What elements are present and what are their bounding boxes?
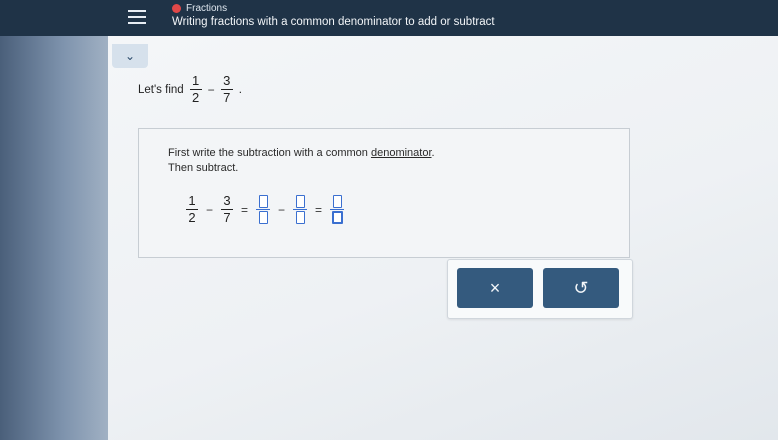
instruction-line-1: First write the subtraction with a commo… — [168, 146, 435, 161]
equals-sign: = — [241, 202, 249, 217]
answer-fraction-2 — [293, 194, 308, 225]
menu-icon[interactable] — [128, 10, 146, 24]
prompt-operator: − — [207, 82, 215, 97]
denominator: 2 — [192, 90, 200, 105]
chevron-down-icon[interactable]: ⌄ — [112, 44, 148, 68]
denominator: 7 — [223, 210, 231, 225]
denominator: 7 — [223, 90, 231, 105]
numerator-input[interactable] — [295, 194, 305, 208]
numerator: 1 — [188, 193, 196, 208]
definition-link[interactable]: denominator — [371, 147, 432, 159]
instructions: First write the subtraction with a commo… — [168, 146, 435, 176]
prompt-fraction-1: 1 2 — [189, 73, 202, 105]
numerator: 1 — [192, 73, 200, 88]
course-name: Fractions — [186, 3, 228, 14]
prompt: Let's find 1 2 − 3 7 . — [138, 74, 242, 105]
clear-button[interactable]: × — [457, 268, 533, 308]
prompt-end: . — [238, 83, 242, 96]
denominator-input[interactable] — [258, 211, 268, 225]
answer-fraction-1 — [256, 194, 271, 225]
instruction-line-2: Then subtract. — [168, 162, 239, 174]
numerator-input[interactable] — [258, 194, 268, 208]
numerator-input[interactable] — [332, 194, 342, 208]
course-row: Fractions — [172, 3, 227, 14]
equation-fraction-2: 3 7 — [221, 193, 234, 225]
equals-sign: = — [315, 202, 323, 217]
status-dot-icon — [172, 4, 181, 13]
numerator: 3 — [223, 193, 231, 208]
denominator: 2 — [188, 210, 196, 225]
top-bar: Fractions Writing fractions with a commo… — [0, 0, 778, 36]
prompt-lead: Let's find — [138, 83, 184, 96]
answer-fraction-result — [330, 194, 345, 225]
denominator-input[interactable] — [295, 211, 305, 225]
numerator: 3 — [223, 73, 231, 88]
minus-sign: − — [278, 202, 286, 217]
prompt-fraction-2: 3 7 — [220, 73, 233, 105]
equation: 1 2 − 3 7 = − = — [186, 193, 345, 225]
equation-fraction-1: 1 2 — [186, 194, 198, 225]
denominator-input[interactable] — [331, 211, 343, 225]
topic-title: Writing fractions with a common denomina… — [172, 16, 495, 28]
instruction-period: . — [431, 147, 435, 159]
undo-button[interactable]: ↺ — [543, 268, 619, 308]
instruction-text: First write the subtraction with a commo… — [168, 147, 371, 159]
minus-sign: − — [206, 202, 214, 217]
